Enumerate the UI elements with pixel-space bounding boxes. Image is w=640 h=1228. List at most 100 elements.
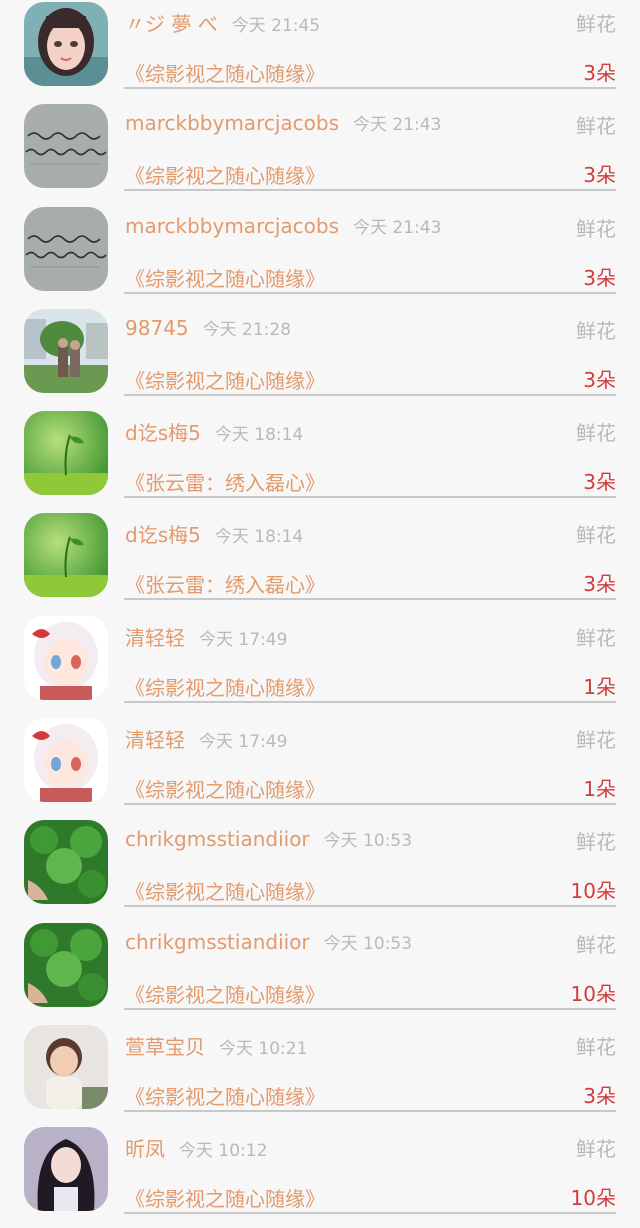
user-avatar[interactable] [24, 1127, 108, 1212]
user-avatar[interactable] [24, 820, 108, 905]
book-title[interactable]: 《综影视之随心随缘》 [125, 672, 325, 701]
timestamp: 今天 21:43 [353, 115, 442, 136]
username-text[interactable]: 清轻轻 [125, 728, 185, 752]
gift-count: 3朵 [583, 163, 616, 188]
user-avatar[interactable] [24, 411, 108, 496]
gift-record-row[interactable]: d讫s梅5 今天 18:14 鲜花《张云雷：绣入磊心》 3朵 [0, 409, 640, 511]
gift-record-list: 〃ジ 夢 べ今天 21:45 鲜花 《综影视之随心随缘》 3朵 marckbbymarc… [0, 0, 640, 1215]
user-avatar[interactable] [24, 206, 108, 291]
gift-type: 鲜花 [576, 1034, 616, 1059]
timestamp: 今天 21:28 [202, 319, 292, 340]
username-text[interactable]: 〃ジ 夢 べ [125, 12, 218, 36]
gift-record-row[interactable]: 昕凤 今天 10:12 鲜花 《综影视之随心随缘》 10朵 [0, 1125, 640, 1227]
book-title[interactable]: 《综影视之随心随缘》 [125, 160, 325, 189]
username[interactable]: 清轻轻 今天 17:49 [125, 724, 287, 753]
gift-type: 鲜花 [576, 421, 616, 446]
user-avatar[interactable] [24, 513, 108, 598]
gift-count: 10朵 [570, 981, 616, 1006]
row-divider [124, 1212, 616, 1215]
user-avatar[interactable] [24, 1024, 108, 1109]
username[interactable]: marckbbymarcjacobs 今天 21:43 [125, 110, 441, 135]
username-text[interactable]: chrikgmsstiandiior [125, 930, 310, 954]
row-divider [124, 598, 616, 601]
username[interactable]: 昕凤 今天 10:12 [125, 1133, 267, 1162]
timestamp: 今天 10:12 [179, 1141, 268, 1162]
timestamp: 今天 10:53 [323, 933, 413, 954]
gift-type: 鲜花 [576, 114, 616, 139]
user-avatar[interactable] [24, 718, 108, 803]
timestamp: 今天 10:21 [219, 1038, 308, 1059]
username[interactable]: 98745 今天 21:28 [125, 315, 291, 340]
gift-record-row[interactable]: chrikgmsstiandiior 今天 10:53 鲜花《综影视之随心随缘》 10… [0, 921, 640, 1023]
book-title[interactable]: 《综影视之随心随缘》 [125, 1081, 325, 1110]
timestamp: 今天 17:49 [199, 629, 288, 650]
gift-record-row[interactable]: d讫s梅5 今天 18:14 鲜花《张云雷：绣入磊心》 3朵 [0, 511, 640, 613]
gift-record-row[interactable]: 清轻轻 今天 17:49 鲜花《综影视之随心随缘》 1朵 [0, 716, 640, 818]
gift-record-row[interactable]: 萱草宝贝 今天 10:21 鲜花《综影视之随心随缘》 3朵 [0, 1023, 640, 1125]
timestamp: 今天 18:14 [214, 527, 304, 548]
gift-count: 3朵 [583, 572, 616, 597]
row-divider [124, 87, 616, 89]
username-text[interactable]: 98745 [125, 316, 189, 340]
gift-count: 1朵 [583, 674, 616, 699]
row-divider [124, 803, 616, 806]
book-title[interactable]: 《综影视之随心随缘》 [125, 774, 325, 803]
username-text[interactable]: 清轻轻 [125, 626, 185, 650]
username[interactable]: 萱草宝贝 今天 10:21 [125, 1031, 307, 1060]
book-title[interactable]: 《张云雷：绣入磊心》 [125, 569, 325, 598]
gift-record-row[interactable]: chrikgmsstiandiior 今天 10:53 鲜花 《综影视之随心随缘》 10… [0, 818, 640, 920]
gift-count: 3朵 [583, 470, 616, 495]
user-avatar[interactable] [24, 615, 108, 700]
gift-count: 10朵 [570, 1186, 616, 1211]
gift-record-row[interactable]: 98745 今天 21:28 鲜花 《综影视之随心随缘》 3朵 [0, 307, 640, 409]
username[interactable]: chrikgmsstiandiior 今天 10:53 [125, 929, 412, 954]
gift-type: 鲜花 [576, 830, 616, 855]
gift-type: 鲜花 [576, 728, 616, 753]
book-title[interactable]: 《综影视之随心随缘》 [125, 365, 325, 394]
gift-type: 鲜花 [576, 12, 616, 36]
gift-record-row[interactable]: 清轻轻 今天 17:49 鲜花 《综影视之随心随缘》 1朵 [0, 614, 640, 716]
book-title[interactable]: 《综影视之随心随缘》 [125, 979, 325, 1008]
row-divider [124, 700, 616, 703]
username[interactable]: 〃ジ 夢 べ今天 21:45 [125, 8, 320, 37]
timestamp: 今天 17:49 [199, 732, 288, 753]
user-avatar[interactable] [24, 104, 108, 189]
gift-type: 鲜花 [576, 932, 616, 957]
gift-type: 鲜花 [576, 216, 616, 241]
username-text[interactable]: d讫s梅5 [125, 523, 201, 547]
username[interactable]: marckbbymarcjacobs 今天 21:43 [125, 213, 441, 238]
username[interactable]: 清轻轻 今天 17:49 [125, 622, 287, 651]
user-avatar[interactable] [24, 922, 108, 1007]
username[interactable]: d讫s梅5 今天 18:14 [125, 519, 303, 548]
user-avatar[interactable] [24, 2, 108, 86]
gift-record-row[interactable]: 〃ジ 夢 べ今天 21:45 鲜花《综影视之随心随缘》 3朵 [0, 0, 640, 102]
gift-count: 1朵 [583, 777, 616, 802]
gift-count: 3朵 [583, 1083, 616, 1108]
gift-type: 鲜花 [576, 523, 616, 548]
row-divider [124, 189, 616, 192]
gift-record-row[interactable]: marckbbymarcjacobs 今天 21:43 鲜花《综影视之随心随缘》 3朵 [0, 102, 640, 204]
username-text[interactable]: 昕凤 [125, 1137, 165, 1161]
username-text[interactable]: d讫s梅5 [125, 421, 201, 445]
gift-count: 3朵 [583, 61, 616, 85]
timestamp: 今天 21:43 [353, 217, 442, 238]
username-text[interactable]: marckbbymarcjacobs [125, 111, 339, 135]
book-title[interactable]: 《综影视之随心随缘》 [125, 263, 325, 292]
row-divider [124, 1109, 616, 1112]
row-divider [124, 291, 616, 294]
row-divider [124, 1007, 616, 1010]
username-text[interactable]: 萱草宝贝 [125, 1035, 205, 1059]
book-title[interactable]: 《综影视之随心随缘》 [125, 876, 325, 905]
username[interactable]: chrikgmsstiandiior 今天 10:53 [125, 826, 412, 851]
book-title[interactable]: 《综影视之随心随缘》 [125, 1183, 325, 1212]
username-text[interactable]: marckbbymarcjacobs [125, 214, 339, 238]
book-title[interactable]: 《综影视之随心随缘》 [125, 58, 325, 87]
row-divider [124, 905, 616, 908]
gift-count: 3朵 [583, 265, 616, 290]
user-avatar[interactable] [24, 308, 108, 393]
gift-record-row[interactable]: marckbbymarcjacobs 今天 21:43 鲜花《综影视之随心随缘》 3朵 [0, 205, 640, 307]
timestamp: 今天 10:53 [323, 831, 413, 852]
username[interactable]: d讫s梅5 今天 18:14 [125, 417, 303, 446]
username-text[interactable]: chrikgmsstiandiior [125, 827, 310, 851]
book-title[interactable]: 《张云雷：绣入磊心》 [125, 467, 325, 496]
